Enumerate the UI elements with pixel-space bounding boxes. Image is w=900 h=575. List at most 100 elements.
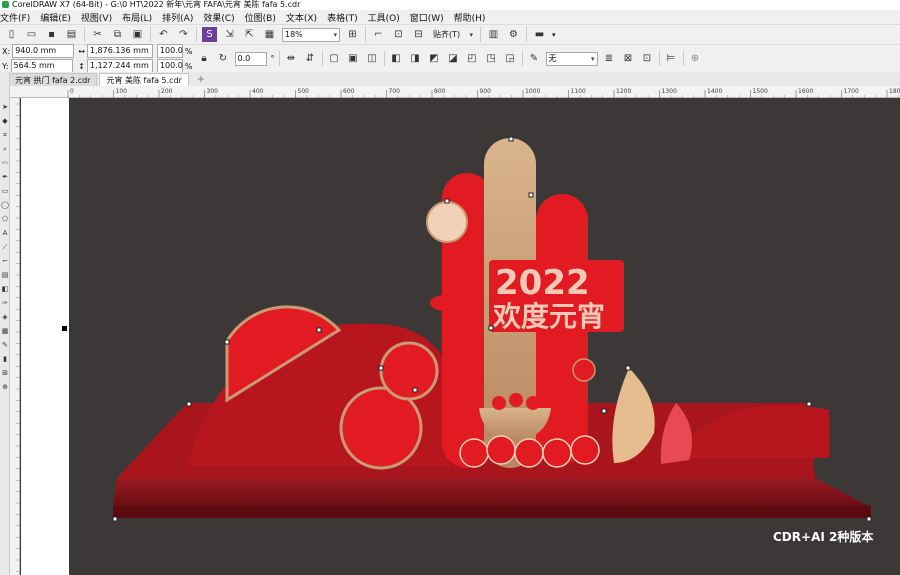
shape-tool-icon[interactable]: ◆ — [0, 114, 10, 128]
menu-tools[interactable]: 工具(O) — [368, 11, 410, 24]
snap-to-menu[interactable]: 贴齐(T) ▾ — [431, 28, 475, 42]
width-field[interactable]: 1,876.136 mm — [86, 44, 153, 58]
show-guidelines-icon[interactable]: ⊟ — [411, 27, 426, 42]
tab-document-1[interactable]: 元宵 拱门 fafa 2.cdr — [8, 73, 98, 86]
application-launcher-icon[interactable]: ▬ — [532, 27, 547, 42]
text-tool-icon[interactable]: A — [0, 226, 10, 240]
ungroup-icon[interactable]: ▣ — [346, 51, 361, 66]
rotation-angle-field[interactable]: 0.0 — [234, 51, 267, 66]
ruler-tick-label: 1200 — [616, 88, 631, 95]
options-icon[interactable]: ⚙ — [506, 27, 521, 42]
intersect-icon[interactable]: ◩ — [427, 51, 442, 66]
front-minus-back-icon[interactable]: ◰ — [465, 51, 480, 66]
menu-window[interactable]: 窗口(W) — [410, 11, 454, 24]
menu-arrange[interactable]: 排列(A) — [162, 11, 203, 24]
scale-width-field[interactable]: 100.0 — [156, 44, 183, 58]
menu-effects[interactable]: 效果(C) — [203, 11, 244, 24]
menu-text[interactable]: 文本(X) — [286, 11, 327, 24]
rectangle-tool-icon[interactable]: ▭ — [0, 184, 10, 198]
menu-layout[interactable]: 布局(L) — [122, 11, 162, 24]
wrap-text-icon[interactable]: ≣ — [602, 51, 617, 66]
create-boundary-icon[interactable]: ◲ — [503, 51, 518, 66]
back-minus-front-icon[interactable]: ◳ — [484, 51, 499, 66]
drop-shadow-tool-icon[interactable]: ▤ — [0, 268, 10, 282]
smart-fill-tool-icon[interactable]: ▦ — [0, 324, 10, 338]
chevron-down-icon[interactable]: ▾ — [552, 31, 556, 39]
redo-icon[interactable]: ↷ — [176, 27, 191, 42]
undo-icon[interactable]: ↶ — [156, 27, 171, 42]
horizontal-ruler[interactable]: 0 100 200 300 400 500 600 700 800 900 1000 1100 1200… — [10, 86, 900, 98]
artistic-media-tool-icon[interactable]: ✒ — [0, 170, 10, 184]
page-edge-handle[interactable] — [62, 326, 67, 331]
ruler-tick-label: 800 — [434, 88, 446, 95]
ruler-tick-label: 1600 — [798, 88, 813, 95]
height-field[interactable]: 1,127.244 mm — [86, 59, 153, 73]
cut-icon[interactable]: ✂ — [90, 27, 105, 42]
menu-view[interactable]: 视图(V) — [81, 11, 122, 24]
mesh-fill-tool-icon[interactable]: ⊞ — [0, 366, 10, 380]
polygon-tool-icon[interactable]: ⬠ — [0, 212, 10, 226]
close-path-icon[interactable]: ⊠ — [621, 51, 636, 66]
outline-width-select[interactable]: 无 ▾ — [545, 51, 598, 66]
zoom-tool-icon[interactable]: ⌕ — [0, 142, 10, 156]
pick-tool-icon[interactable]: ➤ — [0, 100, 10, 114]
print-icon[interactable]: ▤ — [64, 27, 79, 42]
ungroup-all-icon[interactable]: ◫ — [365, 51, 380, 66]
crop-tool-icon[interactable]: ⌗ — [0, 128, 10, 142]
weld-icon[interactable]: ◧ — [389, 51, 404, 66]
drawing-canvas[interactable]: 2022 欢度元宵 — [69, 98, 900, 575]
zoom-level-select[interactable]: 18% ▾ — [282, 27, 340, 42]
freehand-tool-icon[interactable]: 〰 — [0, 156, 10, 170]
publish-pdf-icon[interactable]: ▦ — [262, 27, 277, 42]
break-apart-icon[interactable]: ⊡ — [640, 51, 655, 66]
trim-icon[interactable]: ◨ — [408, 51, 423, 66]
add-tool-icon[interactable]: ⊕ — [0, 380, 10, 394]
year-text: 2022 — [495, 263, 590, 303]
interactive-fill-tool-icon[interactable]: ◈ — [0, 310, 10, 324]
coreldraw-window: CorelDRAW X7 (64-Bit) - G:\0 HT\2022 新年\… — [0, 0, 900, 575]
toolbar-separator — [321, 51, 323, 66]
new-document-icon[interactable]: ▯ — [4, 27, 19, 42]
vertical-ruler[interactable] — [10, 98, 20, 575]
simplify-icon[interactable]: ◪ — [446, 51, 461, 66]
transparency-tool-icon[interactable]: ◧ — [0, 282, 10, 296]
save-icon[interactable]: ▪ — [44, 27, 59, 42]
copy-icon[interactable]: ⧉ — [110, 27, 125, 42]
menu-file[interactable]: 文件(F) — [0, 11, 40, 24]
group-icon[interactable]: ▢ — [327, 51, 342, 66]
size-fields: ↔ 1,876.136 mm ↕ 1,127.244 mm — [78, 44, 153, 73]
open-folder-icon[interactable]: ▭ — [24, 27, 39, 42]
gold-ingot — [430, 295, 460, 311]
mirror-horizontal-icon[interactable]: ⇹ — [284, 51, 299, 66]
parallel-dimension-tool-icon[interactable]: ⟋ — [0, 240, 10, 254]
export-icon[interactable]: ⇱ — [242, 27, 257, 42]
full-screen-icon[interactable]: ⊞ — [345, 27, 360, 42]
outline-tool-icon[interactable]: ✎ — [0, 338, 10, 352]
x-position-field[interactable]: 940.0 mm — [12, 44, 75, 58]
lock-ratio-icon[interactable]: 🔒︎ — [197, 51, 212, 66]
show-rulers-icon[interactable]: ⌐ — [371, 27, 386, 42]
menu-bitmaps[interactable]: 位图(B) — [245, 11, 286, 24]
menu-help[interactable]: 帮助(H) — [454, 11, 496, 24]
menu-table[interactable]: 表格(T) — [327, 11, 368, 24]
y-position-field[interactable]: 564.5 mm — [10, 59, 73, 73]
search-content-icon[interactable]: S — [202, 27, 217, 42]
ruler-tick-label: 0 — [70, 88, 74, 95]
menu-edit[interactable]: 编辑(E) — [40, 11, 81, 24]
add-icon[interactable]: ⊕ — [688, 51, 703, 66]
align-distribute-icon[interactable]: ⊨ — [664, 51, 679, 66]
rotate-icon: ↻ — [218, 53, 228, 64]
paste-icon[interactable]: ▣ — [130, 27, 145, 42]
fill-tool-icon[interactable]: ▮ — [0, 352, 10, 366]
ellipse-tool-icon[interactable]: ◯ — [0, 198, 10, 212]
scale-height-field[interactable]: 100.0 — [156, 59, 183, 73]
connector-tool-icon[interactable]: ⌐ — [0, 254, 10, 268]
toolbar-separator — [84, 27, 85, 42]
color-eyedropper-tool-icon[interactable]: ✑ — [0, 296, 10, 310]
show-grid-icon[interactable]: ⊡ — [391, 27, 406, 42]
add-tab-icon[interactable]: + — [195, 74, 207, 86]
import-icon[interactable]: ⇲ — [222, 27, 237, 42]
welcome-screen-icon[interactable]: ▥ — [486, 27, 501, 42]
tab-document-2[interactable]: 元宵 美陈 fafa 5.cdr — [99, 73, 189, 86]
mirror-vertical-icon[interactable]: ⇵ — [303, 51, 318, 66]
